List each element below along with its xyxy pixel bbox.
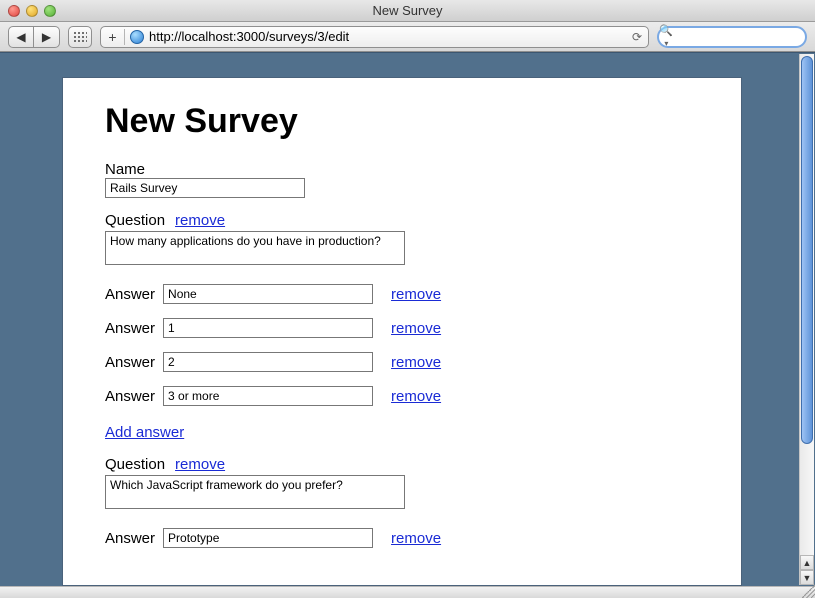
close-window-button[interactable] xyxy=(8,5,20,17)
answer-row: Answer remove xyxy=(105,386,699,406)
page-title: New Survey xyxy=(105,102,699,141)
readinglist-button[interactable] xyxy=(68,26,92,48)
name-input[interactable] xyxy=(105,178,305,198)
answer-label: Answer xyxy=(105,286,155,303)
name-label: Name xyxy=(105,161,699,178)
window-title: New Survey xyxy=(0,3,815,18)
answer-label: Answer xyxy=(105,320,155,337)
status-bar xyxy=(0,586,815,598)
answer-row: Answer remove xyxy=(105,318,699,338)
remove-question-link[interactable]: remove xyxy=(175,212,225,229)
browser-toolbar: ◀ ▶ + ⟳ 🔍 xyxy=(0,22,815,52)
answer-label: Answer xyxy=(105,388,155,405)
question-block: Question remove Answer remove Answer rem… xyxy=(105,212,699,442)
window-titlebar: New Survey xyxy=(0,0,815,22)
answer-input[interactable] xyxy=(163,352,373,372)
search-icon: 🔍 xyxy=(659,24,673,49)
nav-back-forward: ◀ ▶ xyxy=(8,26,60,48)
address-bar: + ⟳ xyxy=(100,26,649,48)
remove-answer-link[interactable]: remove xyxy=(391,388,441,405)
answer-label: Answer xyxy=(105,354,155,371)
chevron-left-icon: ◀ xyxy=(16,30,25,44)
browser-viewport: New Survey Name Question remove Answer r… xyxy=(0,52,815,586)
question-label: Question xyxy=(105,212,165,229)
minimize-window-button[interactable] xyxy=(26,5,38,17)
question-textarea[interactable] xyxy=(105,475,405,509)
globe-icon xyxy=(130,30,144,44)
search-input[interactable] xyxy=(673,30,815,44)
zoom-window-button[interactable] xyxy=(44,5,56,17)
remove-answer-link[interactable]: remove xyxy=(391,530,441,547)
search-bar: 🔍 xyxy=(657,26,807,48)
answer-input[interactable] xyxy=(163,528,373,548)
traffic-lights xyxy=(0,5,56,17)
vertical-scrollbar[interactable]: ▲ ▼ xyxy=(799,54,814,585)
grid-icon xyxy=(73,31,87,43)
answer-row: Answer remove xyxy=(105,284,699,304)
scrollbar-up-button[interactable]: ▲ xyxy=(800,555,814,570)
chevron-right-icon: ▶ xyxy=(42,30,51,44)
page: New Survey Name Question remove Answer r… xyxy=(62,77,742,586)
add-answer-link[interactable]: Add answer xyxy=(105,424,184,441)
remove-question-link[interactable]: remove xyxy=(175,456,225,473)
answer-row: Answer remove xyxy=(105,528,699,548)
scrollbar-thumb[interactable] xyxy=(801,56,813,444)
answer-input[interactable] xyxy=(163,284,373,304)
answer-input[interactable] xyxy=(163,386,373,406)
reload-button[interactable]: ⟳ xyxy=(626,30,648,44)
url-input[interactable] xyxy=(149,27,626,47)
name-field: Name xyxy=(105,161,699,198)
forward-button[interactable]: ▶ xyxy=(34,26,60,48)
remove-answer-link[interactable]: remove xyxy=(391,354,441,371)
remove-answer-link[interactable]: remove xyxy=(391,320,441,337)
answer-label: Answer xyxy=(105,530,155,547)
add-bookmark-button[interactable]: + xyxy=(101,29,125,45)
answer-input[interactable] xyxy=(163,318,373,338)
question-label: Question xyxy=(105,456,165,473)
back-button[interactable]: ◀ xyxy=(8,26,34,48)
remove-answer-link[interactable]: remove xyxy=(391,286,441,303)
question-block: Question remove Answer remove xyxy=(105,456,699,548)
scrollbar-track[interactable] xyxy=(800,56,814,553)
answer-row: Answer remove xyxy=(105,352,699,372)
question-textarea[interactable] xyxy=(105,231,405,265)
resize-grip[interactable] xyxy=(800,583,815,598)
